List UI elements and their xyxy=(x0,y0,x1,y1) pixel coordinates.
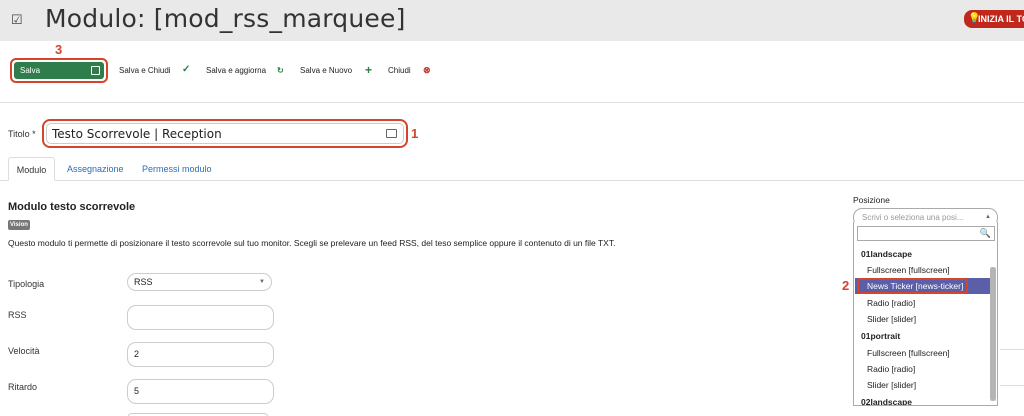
module-heading: Modulo testo scorrevole xyxy=(8,201,136,213)
module-description: Questo modulo ti permette di posizionare… xyxy=(8,238,616,248)
field-label-rss: RSS xyxy=(8,310,27,320)
page-header: ☑ Modulo: [mod_rss_marquee] 💡 INIZIA IL … xyxy=(0,0,1024,41)
tab-bar: Modulo Assegnazione Permessi modulo xyxy=(0,157,1024,181)
option-annotation-box xyxy=(857,278,968,294)
close-circle-icon: ⊗ xyxy=(423,65,431,75)
group-01portrait: 01portrait xyxy=(861,331,901,341)
save-new-button[interactable]: Salva e Nuovo xyxy=(300,66,352,75)
checkbox-square-icon: ☑ xyxy=(11,12,23,27)
option-slider[interactable]: Slider [slider] xyxy=(867,314,916,324)
tab-assegnazione[interactable]: Assegnazione xyxy=(67,157,124,181)
tour-label: INIZIA IL TOUR xyxy=(978,14,1024,24)
title-value: Testo Scorrevole | Reception xyxy=(52,126,222,141)
caret-down-icon: ▼ xyxy=(259,279,265,285)
refresh-icon: ↻ xyxy=(277,66,284,75)
save-close-button[interactable]: Salva e Chiudi xyxy=(119,66,171,75)
divider xyxy=(1000,349,1024,350)
field-label-tipologia: Tipologia xyxy=(8,279,45,289)
title-label: Titolo * xyxy=(8,129,36,139)
page-title: Modulo: [mod_rss_marquee] xyxy=(45,4,406,33)
vision-badge: Vision xyxy=(8,220,30,230)
check-icon: ✓ xyxy=(182,64,191,75)
velocita-value: 2 xyxy=(134,349,140,359)
plus-icon: + xyxy=(365,63,373,77)
position-placeholder: Scrivi o seleziona una posi... xyxy=(862,213,964,222)
field-label-ritardo: Ritardo xyxy=(8,382,38,392)
annotation-1: 1 xyxy=(411,126,419,141)
tab-modulo[interactable]: Modulo xyxy=(8,157,55,181)
option-radio[interactable]: Radio [radio] xyxy=(867,298,915,308)
close-button[interactable]: Chiudi xyxy=(388,66,411,75)
divider xyxy=(1000,385,1024,386)
start-tour-button[interactable]: 💡 INIZIA IL TOUR xyxy=(964,10,1024,28)
toolbar: 3 Salva Salva e Chiudi ✓ Salva e aggiorn… xyxy=(0,41,1024,103)
tipologia-select[interactable]: RSS ▼ xyxy=(127,273,272,291)
dropdown-search-input[interactable]: 🔍 xyxy=(857,226,995,241)
position-dropdown: 🔍 01landscape Fullscreen [fullscreen] Ne… xyxy=(853,222,998,406)
title-field-highlight: Testo Scorrevole | Reception xyxy=(42,119,408,148)
ritardo-value: 5 xyxy=(134,386,140,396)
option-fullscreen-portrait[interactable]: Fullscreen [fullscreen] xyxy=(867,348,950,358)
option-radio-portrait[interactable]: Radio [radio] xyxy=(867,364,915,374)
card-icon xyxy=(386,129,397,138)
annotation-2: 2 xyxy=(842,278,850,293)
title-input[interactable]: Testo Scorrevole | Reception xyxy=(46,123,404,144)
group-01landscape: 01landscape xyxy=(861,249,913,259)
tipologia-value: RSS xyxy=(134,277,153,287)
rss-input[interactable] xyxy=(127,305,274,330)
annotation-3: 3 xyxy=(55,42,63,57)
group-02landscape: 02landscape xyxy=(861,397,913,406)
ritardo-input[interactable]: 5 xyxy=(127,379,274,404)
velocita-input[interactable]: 2 xyxy=(127,342,274,367)
lightbulb-icon: 💡 xyxy=(968,13,981,24)
option-slider-portrait[interactable]: Slider [slider] xyxy=(867,380,916,390)
edit-icon xyxy=(91,66,100,75)
dropdown-scrollbar[interactable] xyxy=(990,267,996,401)
tab-permessi-modulo[interactable]: Permessi modulo xyxy=(142,157,212,181)
save-button[interactable]: Salva xyxy=(14,62,104,79)
save-update-button[interactable]: Salva e aggiorna xyxy=(206,66,266,75)
option-fullscreen[interactable]: Fullscreen [fullscreen] xyxy=(867,265,950,275)
position-label: Posizione xyxy=(853,195,890,205)
save-label: Salva xyxy=(20,66,41,75)
search-icon: 🔍 xyxy=(979,228,991,238)
save-button-highlight: Salva xyxy=(10,58,108,83)
field-label-velocita: Velocità xyxy=(8,346,40,356)
